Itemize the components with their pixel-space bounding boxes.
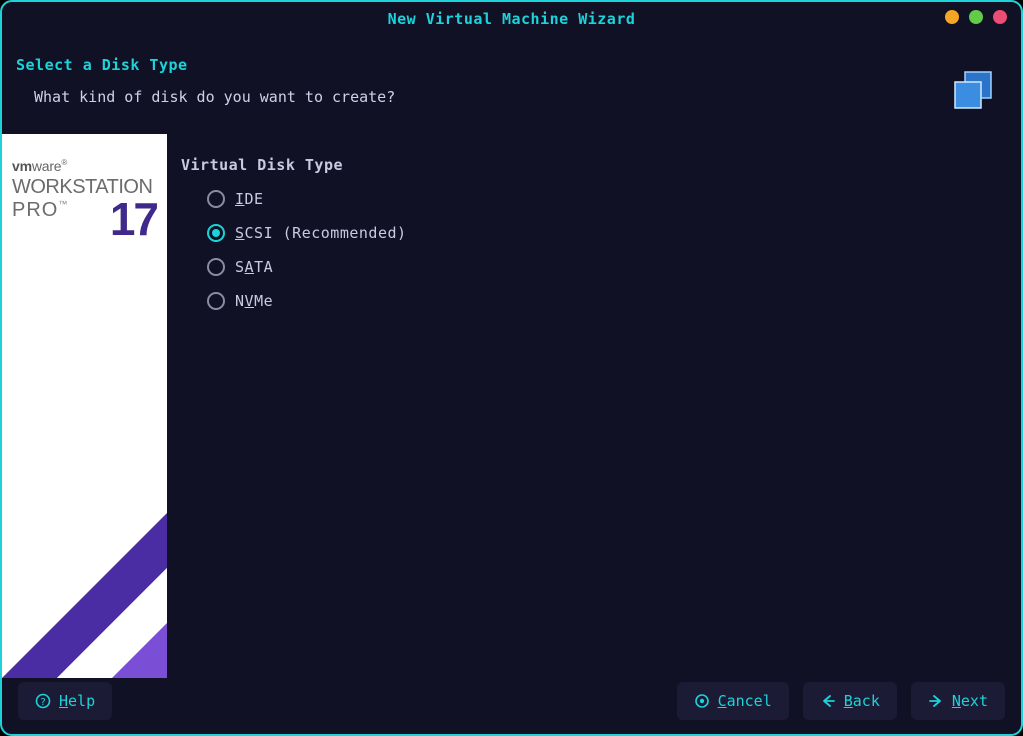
help-icon: ? — [35, 693, 51, 709]
radio-circle-icon — [207, 224, 225, 242]
radio-circle-icon — [207, 292, 225, 310]
next-button[interactable]: Next — [911, 682, 1005, 720]
cancel-button[interactable]: Cancel — [677, 682, 789, 720]
disk-type-icon — [949, 56, 1001, 118]
wizard-header: Select a Disk Type What kind of disk do … — [2, 36, 1021, 134]
radio-circle-icon — [207, 190, 225, 208]
radio-sata[interactable]: SATA — [207, 258, 1011, 276]
radio-label: IDE — [235, 190, 264, 208]
cancel-icon — [694, 693, 710, 709]
brand-version: 17 — [110, 199, 157, 240]
group-title: Virtual Disk Type — [181, 156, 1011, 174]
wizard-body: vmware® WORKSTATION PRO™ 17 Virtual Disk… — [2, 134, 1021, 678]
next-label: Next — [952, 692, 988, 710]
titlebar: New Virtual Machine Wizard — [2, 2, 1021, 36]
wizard-header-text: Select a Disk Type What kind of disk do … — [16, 56, 395, 106]
radio-label: SCSI (Recommended) — [235, 224, 407, 242]
svg-text:?: ? — [40, 697, 46, 708]
brand-pro-text: PRO™ — [12, 199, 68, 222]
minimize-button[interactable] — [945, 10, 959, 24]
window-title: New Virtual Machine Wizard — [388, 10, 636, 28]
page-title: Select a Disk Type — [16, 56, 395, 74]
help-button[interactable]: ? Help — [18, 682, 112, 720]
wizard-footer: ? Help Cancel Back Next — [2, 678, 1021, 734]
wizard-window: New Virtual Machine Wizard Select a Disk… — [0, 0, 1023, 736]
arrow-left-icon — [820, 693, 836, 709]
arrow-right-icon — [928, 693, 944, 709]
help-label: Help — [59, 692, 95, 710]
cancel-label: Cancel — [718, 692, 772, 710]
radio-nvme[interactable]: NVMe — [207, 292, 1011, 310]
back-label: Back — [844, 692, 880, 710]
radio-ide[interactable]: IDE — [207, 190, 1011, 208]
brand-vmware-text: vmware® — [12, 158, 157, 174]
maximize-button[interactable] — [969, 10, 983, 24]
disk-type-radio-group: IDE SCSI (Recommended) SATA NVMe — [181, 190, 1011, 310]
close-button[interactable] — [993, 10, 1007, 24]
sidebar-brand-panel: vmware® WORKSTATION PRO™ 17 — [2, 134, 167, 678]
radio-circle-icon — [207, 258, 225, 276]
radio-scsi[interactable]: SCSI (Recommended) — [207, 224, 1011, 242]
sidebar-decoration — [2, 458, 167, 678]
window-controls — [945, 10, 1007, 24]
main-panel: Virtual Disk Type IDE SCSI (Recommended) S… — [167, 134, 1021, 678]
vmware-logo: vmware® WORKSTATION PRO™ 17 — [12, 158, 157, 240]
radio-label: SATA — [235, 258, 273, 276]
back-button[interactable]: Back — [803, 682, 897, 720]
radio-label: NVMe — [235, 292, 273, 310]
page-subtitle: What kind of disk do you want to create? — [16, 88, 395, 106]
